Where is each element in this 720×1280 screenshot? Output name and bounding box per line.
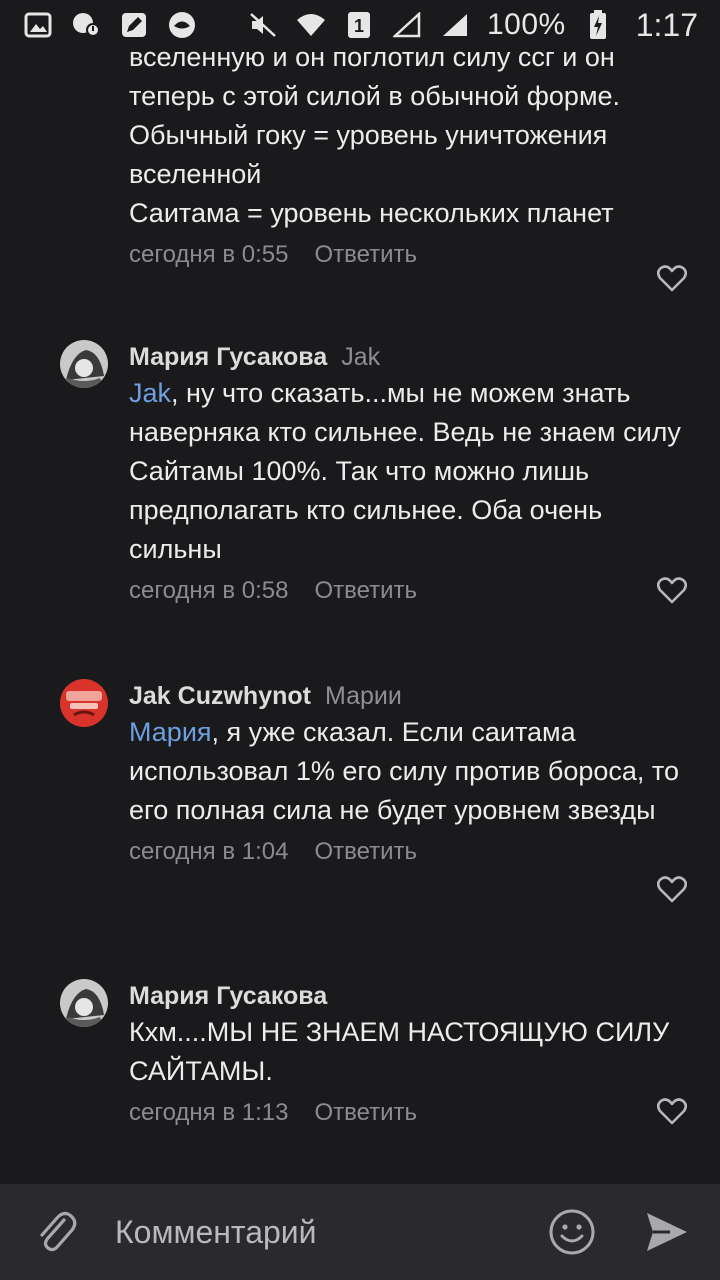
comment-meta: сегодня в 1:04 Ответить xyxy=(129,830,689,874)
comments-feed[interactable]: вселенную и он поглотил силу ссг и он те… xyxy=(0,50,720,1184)
comment-text: Мария, я уже сказал. Если саитама исполь… xyxy=(129,713,689,830)
comment-text: Jak, ну что сказать...мы не можем знать … xyxy=(129,374,689,569)
author-name[interactable]: Мария Гусакова xyxy=(129,343,327,372)
edit-notification-icon xyxy=(118,11,150,39)
comment-time: сегодня в 1:04 xyxy=(129,838,289,865)
gallery-notification-icon xyxy=(22,11,54,39)
author-line: Мария Гусакова Jak xyxy=(129,340,689,374)
sim-slot-label: 1 xyxy=(354,16,364,36)
mention-link[interactable]: Мария xyxy=(129,717,212,747)
avatar[interactable] xyxy=(60,979,108,1027)
battery-charging-icon xyxy=(582,10,614,39)
comment-meta: сегодня в 1:13 Ответить xyxy=(129,1091,689,1135)
author-name[interactable]: Мария Гусакова xyxy=(129,982,327,1011)
mute-icon xyxy=(247,11,279,39)
reply-to-name[interactable]: Марии xyxy=(325,682,402,711)
author-line: Jak Cuzwhynot Марии xyxy=(129,679,689,713)
author-line: Мария Гусакова xyxy=(129,979,689,1013)
sim-slot-icon: 1 xyxy=(343,11,375,39)
app-notification-icon xyxy=(70,11,102,39)
battery-percent: 100% xyxy=(486,8,566,41)
status-bar: 1 100% 1:17 xyxy=(0,0,720,50)
reply-button[interactable]: Ответить xyxy=(314,241,417,269)
send-icon[interactable] xyxy=(644,1210,690,1254)
mention-link[interactable]: Jak xyxy=(129,378,171,408)
comment-input[interactable]: Комментарий xyxy=(115,1214,317,1251)
signal-icon-1 xyxy=(391,11,423,39)
status-bar-left xyxy=(22,11,198,39)
clock: 1:17 xyxy=(635,6,698,43)
signal-icon-2 xyxy=(439,11,471,39)
avatar[interactable] xyxy=(60,340,108,388)
vk-notification-icon xyxy=(166,11,198,39)
comment-time: сегодня в 0:55 xyxy=(129,241,289,268)
status-bar-right: 1 100% 1:17 xyxy=(247,7,698,44)
comment-composer: Комментарий xyxy=(0,1184,720,1280)
comment-text-body: , я уже сказал. Если саитама использовал… xyxy=(129,717,679,825)
comment-meta: сегодня в 0:55 Ответить xyxy=(129,233,689,277)
like-heart-icon[interactable] xyxy=(657,264,687,292)
comment-body: Jak Cuzwhynot Марии Мария, я уже сказал.… xyxy=(129,679,689,874)
like-heart-icon[interactable] xyxy=(657,576,687,604)
reply-button[interactable]: Ответить xyxy=(314,577,417,605)
reply-to-name[interactable]: Jak xyxy=(341,343,380,372)
comment-text-body: , ну что сказать...мы не можем знать нав… xyxy=(129,378,681,564)
reply-button[interactable]: Ответить xyxy=(314,1099,417,1127)
comment-text: Кхм....МЫ НЕ ЗНАЕМ НАСТОЯЩУЮ СИЛУ САЙТАМ… xyxy=(129,1017,670,1086)
comment-time: сегодня в 0:58 xyxy=(129,577,289,604)
comment-text: вселенную и он поглотил силу ссг и он те… xyxy=(129,50,621,228)
author-name[interactable]: Jak Cuzwhynot xyxy=(129,682,311,711)
avatar[interactable] xyxy=(60,679,108,727)
like-heart-icon[interactable] xyxy=(657,875,687,903)
comment-body: Мария Гусакова Jak Jak, ну что сказать..… xyxy=(129,340,689,613)
reply-button[interactable]: Ответить xyxy=(314,838,417,866)
comment-meta: сегодня в 0:58 Ответить xyxy=(129,569,689,613)
comment-body: вселенную и он поглотил силу ссг и он те… xyxy=(129,50,689,277)
comment-time: сегодня в 1:13 xyxy=(129,1099,289,1126)
paperclip-icon[interactable] xyxy=(34,1208,80,1258)
like-heart-icon[interactable] xyxy=(657,1097,687,1125)
wifi-icon xyxy=(295,11,327,39)
emoji-icon[interactable] xyxy=(548,1208,596,1256)
comment-body: Мария Гусакова Кхм....МЫ НЕ ЗНАЕМ НАСТОЯ… xyxy=(129,979,689,1135)
